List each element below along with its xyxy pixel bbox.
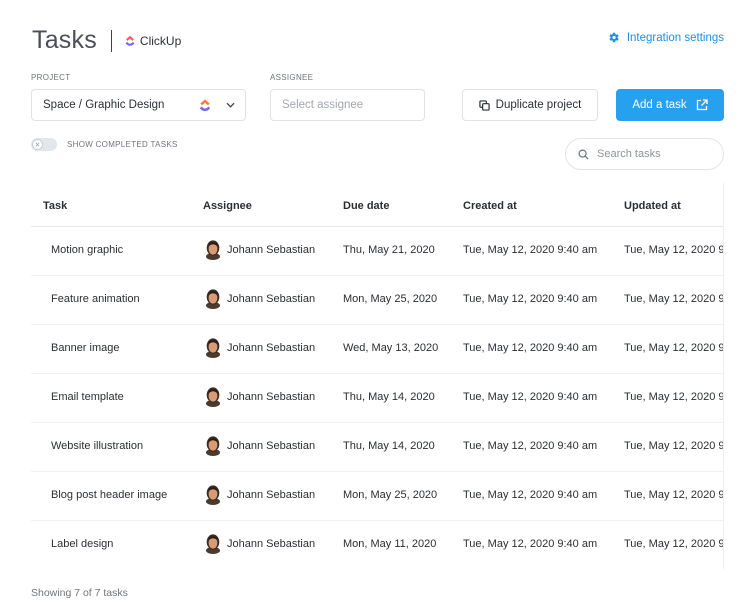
assignee-input[interactable] [270,89,425,121]
table-row[interactable]: Email template Johann Sebastian Thu, May… [31,374,724,423]
avatar [205,337,221,358]
brand-name: ClickUp [139,33,182,48]
avatar [205,386,221,407]
clickup-logo-icon [124,35,136,47]
due-date: Thu, May 14, 2020 [343,440,435,452]
search-input[interactable] [597,148,707,160]
show-completed-label: SHOW COMPLETED TASKS [67,140,178,149]
copy-icon [478,99,490,111]
column-header-task[interactable]: Task [43,200,67,212]
clickup-logo-icon [198,98,212,113]
search-box [565,138,724,170]
task-name[interactable]: Blog post header image [51,489,167,501]
project-select[interactable]: Space / Graphic Design [31,89,246,121]
chevron-down-icon [226,102,235,108]
integration-settings-label: Integration settings [626,31,724,44]
column-header-assignee[interactable]: Assignee [203,200,252,212]
task-assignee: Johann Sebastian [205,337,315,358]
task-assignee: Johann Sebastian [205,239,315,260]
avatar [205,533,221,554]
column-header-updated-at[interactable]: Updated at [624,200,681,212]
task-assignee: Johann Sebastian [205,533,315,554]
table-row[interactable]: Blog post header image Johann Sebastian … [31,472,724,521]
updated-at: Tue, May 12, 2020 9:40 am [624,440,724,452]
table-header: Task Assignee Due date Created at Update… [31,183,723,227]
avatar [205,484,221,505]
assignee-name: Johann Sebastian [227,243,316,256]
add-task-button[interactable]: Add a task [616,89,724,121]
integration-settings-link[interactable]: Integration settings [607,31,724,44]
assignee-name: Johann Sebastian [227,390,316,403]
updated-at: Tue, May 12, 2020 9:40 am [624,342,724,354]
avatar [205,239,221,260]
due-date: Thu, May 21, 2020 [343,244,435,256]
project-select-value: Space / Graphic Design [43,99,165,111]
due-date: Mon, May 25, 2020 [343,489,438,501]
table-row[interactable]: Website illustration Johann Sebastian Th… [31,423,724,472]
assignee-label: ASSIGNEE [270,73,314,82]
page-header: Tasks ClickUp [32,26,181,55]
assignee-name: Johann Sebastian [227,488,316,501]
show-completed-toggle[interactable] [31,138,57,151]
due-date: Mon, May 25, 2020 [343,293,438,305]
gear-icon [607,31,620,44]
task-assignee: Johann Sebastian [205,484,315,505]
show-completed-row: SHOW COMPLETED TASKS [31,138,178,151]
created-at: Tue, May 12, 2020 9:40 am [463,489,598,501]
task-name[interactable]: Banner image [51,342,120,354]
assignee-name: Johann Sebastian [227,341,316,354]
updated-at: Tue, May 12, 2020 9:40 am [624,489,724,501]
created-at: Tue, May 12, 2020 9:40 am [463,244,598,256]
updated-at: Tue, May 12, 2020 9:40 am [624,293,724,305]
avatar [205,288,221,309]
task-name[interactable]: Email template [51,391,124,403]
table-row[interactable]: Motion graphic Johann Sebastian Thu, May… [31,227,724,276]
title-divider [110,29,112,52]
tasks-table: Task Assignee Due date Created at Update… [31,183,724,569]
table-row[interactable]: Label design Johann Sebastian Mon, May 1… [31,521,724,569]
tasks-page: Tasks ClickUp Integration settings PROJE… [0,0,756,602]
updated-at: Tue, May 12, 2020 9:40 am [624,538,724,550]
assignee-name: Johann Sebastian [227,292,316,305]
tasks-count: Showing 7 of 7 tasks [31,587,128,599]
created-at: Tue, May 12, 2020 9:40 am [463,391,598,403]
task-assignee: Johann Sebastian [205,386,315,407]
column-header-due-date[interactable]: Due date [343,200,389,212]
created-at: Tue, May 12, 2020 9:40 am [463,538,598,550]
duplicate-project-label: Duplicate project [495,99,582,111]
add-task-label: Add a task [632,99,687,111]
search-icon [578,149,589,160]
brand: ClickUp [124,34,181,48]
created-at: Tue, May 12, 2020 9:40 am [463,440,598,452]
task-name[interactable]: Label design [51,538,113,550]
task-assignee: Johann Sebastian [205,288,315,309]
due-date: Mon, May 11, 2020 [343,538,437,550]
task-assignee: Johann Sebastian [205,435,315,456]
assignee-name: Johann Sebastian [227,537,316,550]
task-name[interactable]: Feature animation [51,293,140,305]
external-link-icon [696,99,708,111]
created-at: Tue, May 12, 2020 9:40 am [463,342,598,354]
avatar [205,435,221,456]
updated-at: Tue, May 12, 2020 9:40 am [624,244,724,256]
updated-at: Tue, May 12, 2020 9:40 am [624,391,724,403]
column-header-created-at[interactable]: Created at [463,200,517,212]
project-label: PROJECT [31,73,71,82]
due-date: Thu, May 14, 2020 [343,391,435,403]
close-icon [32,139,43,150]
due-date: Wed, May 13, 2020 [343,342,439,354]
page-title: Tasks [32,26,97,54]
table-row[interactable]: Feature animation Johann Sebastian Mon, … [31,276,724,325]
assignee-name: Johann Sebastian [227,439,316,452]
task-name[interactable]: Motion graphic [51,244,123,256]
created-at: Tue, May 12, 2020 9:40 am [463,293,598,305]
table-row[interactable]: Banner image Johann Sebastian Wed, May 1… [31,325,724,374]
duplicate-project-button[interactable]: Duplicate project [462,89,598,121]
task-name[interactable]: Website illustration [51,440,143,452]
